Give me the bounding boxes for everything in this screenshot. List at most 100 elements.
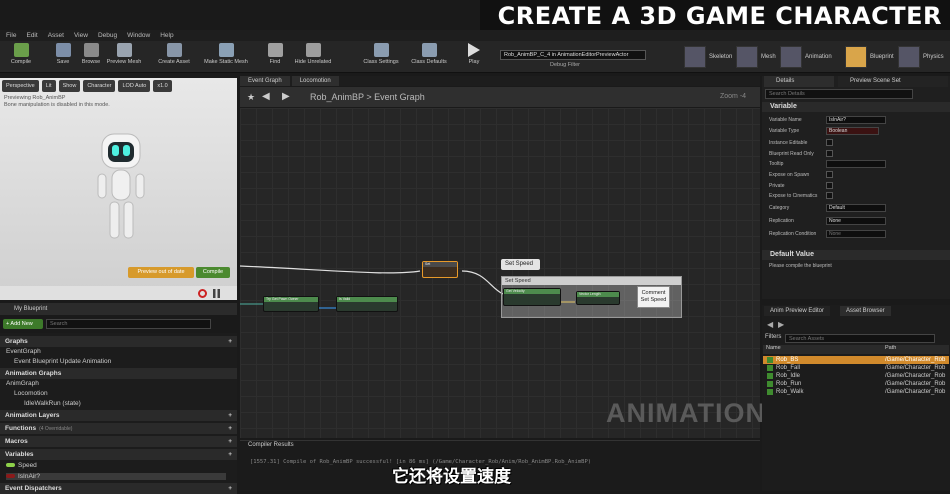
anim-asset-icon [767, 365, 773, 371]
details-search[interactable]: Search Details [765, 89, 913, 99]
debug-object-select[interactable]: Rob_AnimBP_C_4 in AnimationEditorPreview… [500, 50, 646, 60]
variable-type-select[interactable]: Boolean [826, 127, 879, 135]
anim-graph-item[interactable]: AnimGraph [6, 380, 39, 387]
expose-cinematics-checkbox[interactable] [826, 192, 833, 199]
set-node[interactable]: Set [422, 261, 458, 278]
menu-bar: File Edit Asset View Debug Window Help [0, 30, 950, 41]
comment-bubble[interactable]: Set Speed [501, 259, 540, 270]
add-icon[interactable]: + [228, 483, 232, 494]
tab-details[interactable]: Details [764, 76, 834, 87]
default-value-section[interactable]: Default Value [762, 250, 950, 260]
tab-anim-preview-editor[interactable]: Anim Preview Editor [764, 306, 831, 316]
tooltip-field[interactable] [826, 160, 886, 168]
tab-event-graph[interactable]: Event Graph [240, 76, 290, 86]
instance-editable-checkbox[interactable] [826, 139, 833, 146]
menu-edit[interactable]: Edit [26, 32, 37, 39]
add-icon[interactable]: + [228, 410, 232, 421]
event-dispatchers-section[interactable]: Event Dispatchers + [0, 483, 237, 494]
category-select[interactable]: Default [826, 204, 886, 212]
hide-unrelated-button[interactable]: Hide Unrelated [292, 43, 334, 65]
menu-help[interactable]: Help [160, 32, 173, 39]
star-icon[interactable]: ★ [247, 92, 255, 103]
compile-button[interactable]: Compile [0, 43, 42, 65]
asset-row[interactable]: Rob_Walk/Game/Character_Rob [763, 388, 949, 396]
vector-length-node[interactable]: Vector Length [576, 291, 620, 305]
add-icon[interactable]: + [228, 436, 232, 447]
find-button[interactable]: Find [254, 43, 296, 65]
tab-preview-scene[interactable]: Preview Scene Set [838, 76, 948, 87]
col-path[interactable]: Path [885, 345, 896, 351]
compiler-results-tab[interactable]: Compiler Results [248, 442, 294, 448]
asset-row[interactable]: Rob_Idle/Game/Character_Rob [763, 372, 949, 380]
menu-debug[interactable]: Debug [98, 32, 117, 39]
back-arrow-icon[interactable]: ◀ [767, 320, 773, 329]
tab-locomotion[interactable]: Locomotion [291, 76, 339, 86]
menu-asset[interactable]: Asset [48, 32, 64, 39]
asset-row[interactable]: Rob_Run/Game/Character_Rob [763, 380, 949, 388]
animation-graphs-section[interactable]: Animation Graphs [0, 368, 237, 379]
comment-set-speed-label[interactable]: Comment Set Speed [637, 286, 670, 308]
create-asset-button[interactable]: Create Asset [153, 43, 195, 65]
asset-row[interactable]: Rob_BS/Game/Character_Rob [763, 356, 949, 364]
menu-view[interactable]: View [74, 32, 88, 39]
mode-blueprint[interactable]: Blueprint [845, 45, 894, 69]
forward-arrow-icon[interactable]: ▶ [282, 91, 290, 102]
macros-section[interactable]: Macros + [0, 436, 237, 447]
add-icon[interactable]: + [228, 423, 232, 434]
speed-button[interactable]: x1.0 [153, 80, 172, 92]
get-velocity-node[interactable]: Get Velocity [503, 288, 561, 306]
mode-physics[interactable]: Physics [898, 45, 944, 69]
try-get-pawn-owner-node[interactable]: Try Get Pawn Owner [263, 296, 319, 312]
idle-walk-run-item[interactable]: IdleWalkRun (state) [24, 400, 81, 407]
private-checkbox[interactable] [826, 182, 833, 189]
event-graph-item[interactable]: EventGraph [6, 348, 41, 355]
back-arrow-icon[interactable]: ◀ [262, 91, 270, 102]
make-static-mesh-button[interactable]: Make Static Mesh [204, 43, 248, 65]
breadcrumb-leaf[interactable]: Event Graph [374, 92, 425, 102]
tab-asset-browser[interactable]: Asset Browser [840, 306, 891, 316]
event-update-item[interactable]: Event Blueprint Update Animation [14, 358, 111, 365]
my-blueprint-search[interactable]: Search [46, 319, 211, 329]
preview-out-of-date-button[interactable]: Preview out of date [128, 267, 194, 278]
asset-search[interactable]: Search Assets [785, 334, 935, 343]
replication-select[interactable]: None [826, 217, 886, 225]
animation-layers-section[interactable]: Animation Layers + [0, 410, 237, 421]
mode-animation[interactable]: Animation [780, 45, 832, 69]
mode-skeleton[interactable]: Skeleton [684, 45, 732, 69]
locomotion-item[interactable]: Locomotion [14, 390, 48, 397]
replication-condition-select[interactable]: None [826, 230, 886, 238]
menu-window[interactable]: Window [127, 32, 150, 39]
breadcrumb-root[interactable]: Rob_AnimBP [310, 92, 364, 102]
character-button[interactable]: Character [83, 80, 116, 92]
viewport-compile-button[interactable]: Compile [196, 267, 230, 278]
variable-isinair[interactable]: IsInAir? [6, 473, 226, 480]
expose-spawn-checkbox[interactable] [826, 171, 833, 178]
mode-mesh[interactable]: Mesh [736, 45, 776, 69]
forward-arrow-icon[interactable]: ▶ [778, 320, 784, 329]
variables-section[interactable]: Variables + [0, 449, 237, 460]
class-defaults-button[interactable]: Class Defaults [408, 43, 450, 65]
lit-button[interactable]: Lit [41, 80, 56, 92]
pause-icon[interactable] [212, 289, 221, 298]
class-settings-button[interactable]: Class Settings [360, 43, 402, 65]
add-new-button[interactable]: + Add New [3, 319, 43, 329]
col-name[interactable]: Name [766, 345, 781, 351]
add-icon[interactable]: + [228, 336, 232, 347]
graphs-section[interactable]: Graphs + [0, 336, 237, 347]
functions-section[interactable]: Functions (4 Overridable) + [0, 423, 237, 434]
variable-section[interactable]: Variable [762, 102, 950, 112]
perspective-button[interactable]: Perspective [2, 80, 39, 92]
add-icon[interactable]: + [228, 449, 232, 460]
lod-button[interactable]: LOD Auto [118, 80, 151, 92]
variable-speed[interactable]: Speed [6, 462, 37, 469]
is-valid-node[interactable]: Is Valid [336, 296, 398, 312]
play-button[interactable]: Play [453, 43, 495, 65]
record-icon[interactable] [198, 289, 207, 298]
variable-name-field[interactable]: IsInAir? [826, 116, 886, 124]
menu-file[interactable]: File [6, 32, 16, 39]
preview-mesh-button[interactable]: Preview Mesh [103, 43, 145, 65]
show-button[interactable]: Show [58, 80, 81, 92]
read-only-checkbox[interactable] [826, 150, 833, 157]
filters-button[interactable]: Filters [765, 334, 781, 340]
asset-row[interactable]: Rob_Fall/Game/Character_Rob [763, 364, 949, 372]
